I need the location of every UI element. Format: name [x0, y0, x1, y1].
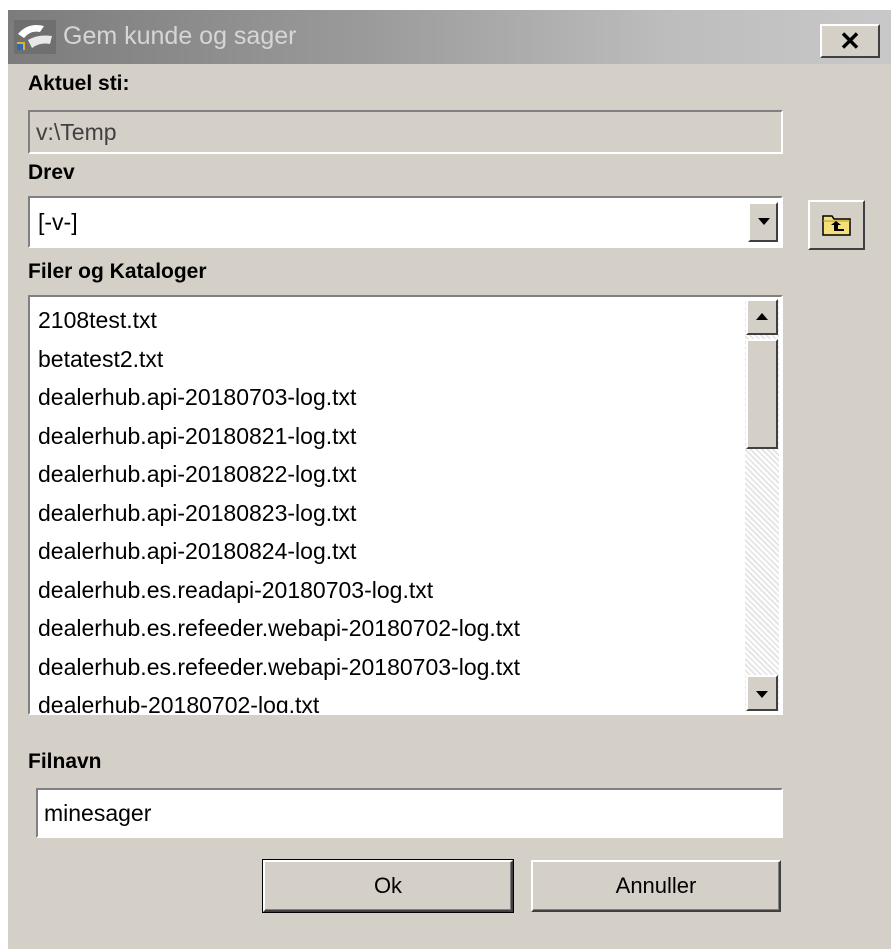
drive-selected-value: [-v-] [38, 209, 78, 235]
cancel-button[interactable]: Annuller [531, 860, 781, 912]
scroll-down-button[interactable] [746, 675, 778, 711]
folder-up-button[interactable] [808, 200, 865, 250]
save-dialog: Gem kunde og sager ✕ Aktuel sti: v:\Temp… [8, 10, 891, 949]
list-item[interactable]: dealerhub.api-20180822-log.txt [38, 455, 728, 494]
vertical-scrollbar[interactable] [745, 299, 779, 711]
current-path-field: v:\Temp [28, 110, 783, 154]
list-item[interactable]: dealerhub.es.refeeder.webapi-20180703-lo… [38, 648, 728, 687]
filename-input[interactable] [36, 788, 783, 838]
scroll-up-button[interactable] [746, 299, 778, 335]
folder-up-icon [822, 215, 851, 236]
filename-label: Filnavn [28, 750, 102, 773]
list-item[interactable]: dealerhub.api-20180821-log.txt [38, 417, 728, 456]
list-item[interactable]: dealerhub-20180702-log.txt [38, 686, 728, 713]
list-item[interactable]: dealerhub.es.refeeder.webapi-20180702-lo… [38, 609, 728, 648]
ok-button[interactable]: Ok [262, 859, 514, 913]
app-logo-icon [14, 20, 56, 54]
list-item[interactable]: dealerhub.es.readapi-20180703-log.txt [38, 571, 728, 610]
close-button[interactable]: ✕ [820, 24, 880, 58]
file-items: 2108test.txt betatest2.txt dealerhub.api-2… [38, 301, 728, 713]
arrow-up-icon [756, 313, 768, 320]
drive-label: Drev [28, 161, 75, 184]
close-icon: ✕ [839, 26, 861, 56]
list-item[interactable]: 2108test.txt [38, 301, 728, 340]
list-item[interactable]: dealerhub.api-20180823-log.txt [38, 494, 728, 533]
list-item[interactable]: dealerhub.api-20180824-log.txt [38, 532, 728, 571]
chevron-down-icon [758, 218, 770, 225]
drive-select[interactable]: [-v-] [28, 196, 783, 248]
scroll-thumb[interactable] [746, 339, 778, 449]
list-item[interactable]: dealerhub.api-20180703-log.txt [38, 378, 728, 417]
drive-dropdown-button[interactable] [748, 202, 778, 242]
list-item[interactable]: betatest2.txt [38, 340, 728, 379]
window-title: Gem kunde og sager [63, 22, 297, 50]
current-path-label: Aktuel sti: [28, 72, 130, 95]
files-label: Filer og Kataloger [28, 260, 207, 283]
arrow-down-icon [756, 691, 768, 698]
file-list[interactable]: 2108test.txt betatest2.txt dealerhub.api-2… [28, 295, 783, 715]
title-bar[interactable]: Gem kunde og sager ✕ [8, 10, 891, 64]
